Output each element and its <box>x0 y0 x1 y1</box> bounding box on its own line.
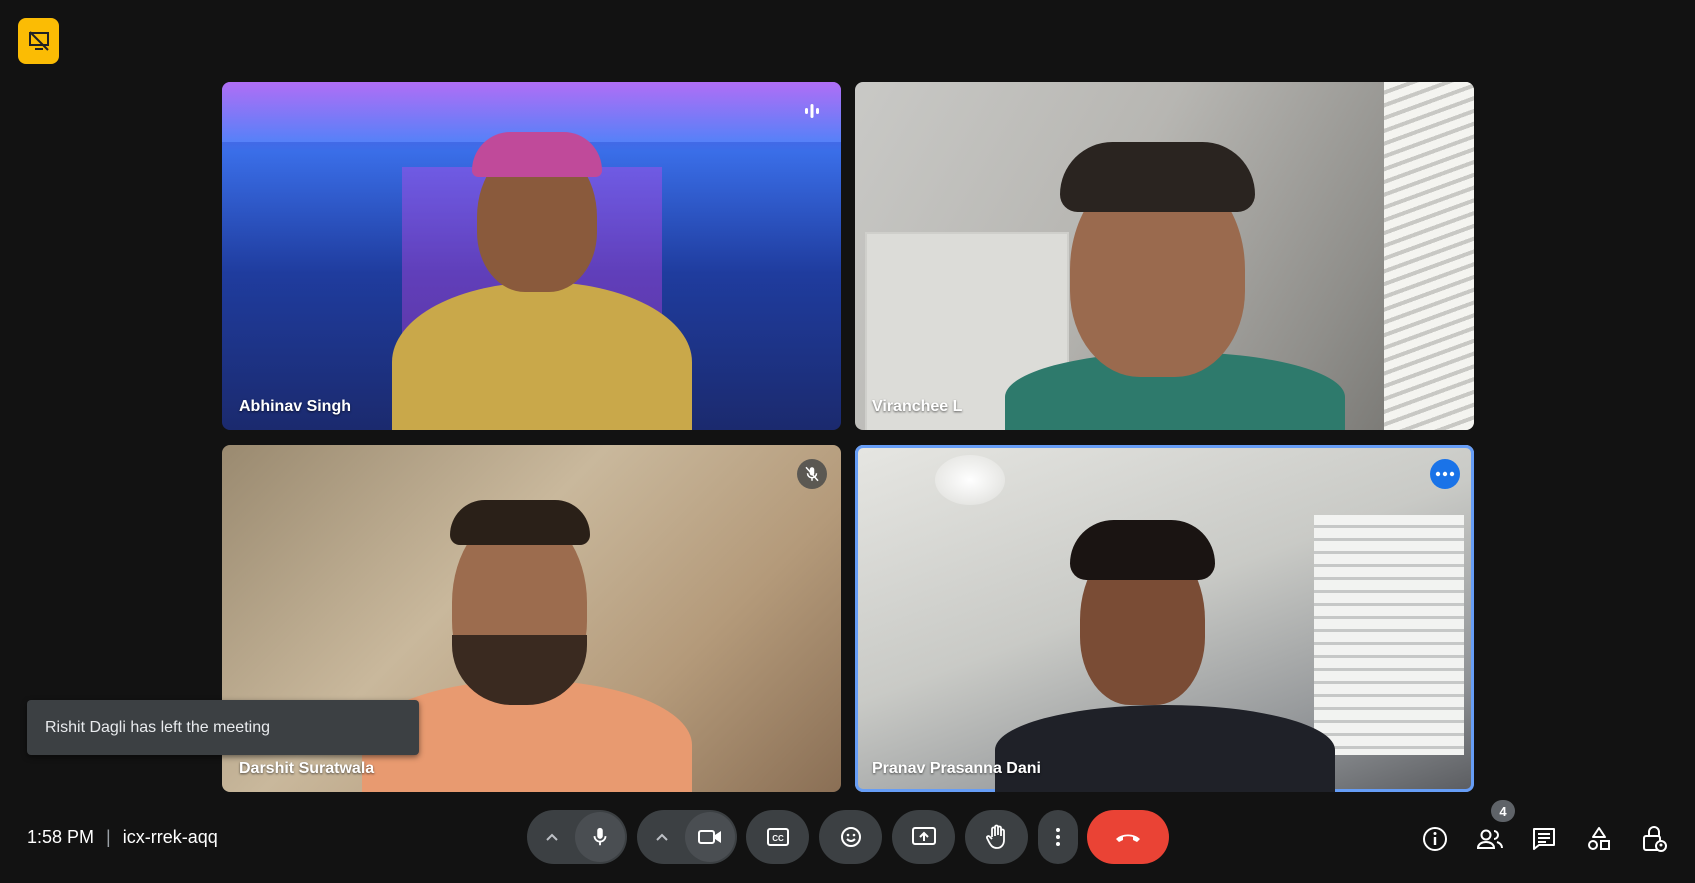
ceiling-light <box>935 455 1005 505</box>
meeting-info: 1:58 PM | icx-rrek-aqq <box>27 825 218 849</box>
window-blinds <box>1384 82 1474 430</box>
audio-indicator <box>797 96 827 126</box>
people-icon <box>1476 829 1503 849</box>
meeting-code: icx-rrek-aqq <box>122 826 218 847</box>
captions-button[interactable]: CC <box>746 810 809 864</box>
participant-name: Abhinav Singh <box>239 398 351 415</box>
person-hair <box>1070 520 1215 580</box>
end-call-icon <box>1116 834 1140 842</box>
window-blinds <box>1314 515 1464 755</box>
participant-name: Darshit Suratwala <box>239 760 375 777</box>
video-options-button[interactable] <box>637 810 687 864</box>
audio-level-icon <box>805 104 819 118</box>
presentation-off-badge[interactable] <box>18 18 59 64</box>
raise-hand-icon <box>985 824 1005 849</box>
person-hair <box>1060 142 1255 212</box>
camera-button[interactable] <box>685 812 735 862</box>
mic-button[interactable] <box>575 812 625 862</box>
more-vert-icon <box>1056 828 1060 846</box>
chat-icon <box>1533 828 1555 850</box>
svg-text:CC: CC <box>772 834 784 843</box>
participant-tile-4[interactable]: Pranav Prasanna Dani <box>855 445 1474 792</box>
audio-options-button[interactable] <box>527 810 577 864</box>
person-hair <box>450 500 590 545</box>
participant-name: Pranav Prasanna Dani <box>872 760 1041 777</box>
meeting-details-button[interactable] <box>1419 823 1451 855</box>
participant-tile-2[interactable]: Viranchee L <box>855 82 1474 430</box>
toast-message: Rishit Dagli has left the meeting <box>45 718 270 736</box>
raise-hand-button[interactable] <box>965 810 1028 864</box>
meeting-time: 1:58 PM <box>27 826 95 847</box>
participant-tile-1[interactable]: Abhinav Singh <box>222 82 841 430</box>
meeting-separator: | <box>106 826 111 847</box>
notification-toast: Rishit Dagli has left the meeting <box>27 700 419 755</box>
reactions-button[interactable] <box>819 810 882 864</box>
chevron-up-icon <box>546 833 558 841</box>
captions-icon: CC <box>766 828 789 846</box>
activities-button[interactable] <box>1583 823 1615 855</box>
more-options-icon <box>1435 471 1455 477</box>
emoji-icon <box>840 827 861 847</box>
mic-icon <box>593 827 607 846</box>
chat-button[interactable] <box>1528 823 1560 855</box>
present-icon <box>911 827 936 845</box>
host-controls-button[interactable] <box>1638 823 1670 855</box>
more-options-menu-button[interactable] <box>1038 810 1078 864</box>
host-controls-icon <box>1643 826 1667 852</box>
present-button[interactable] <box>892 810 955 864</box>
activities-icon <box>1588 827 1610 850</box>
chevron-up-icon <box>656 833 668 841</box>
presentation-off-icon <box>28 31 49 51</box>
info-icon <box>1423 827 1447 851</box>
camera-icon <box>698 830 721 844</box>
camera-control-group <box>637 810 737 864</box>
person-shirt <box>392 282 692 430</box>
mic-control-group <box>527 810 627 864</box>
mic-off-icon <box>805 466 819 482</box>
participant-name: Viranchee L <box>872 398 963 415</box>
more-options-button[interactable] <box>1430 459 1460 489</box>
muted-indicator <box>797 459 827 489</box>
end-call-button[interactable] <box>1087 810 1169 864</box>
participant-count-badge: 4 <box>1491 800 1515 822</box>
person-cap <box>472 132 602 177</box>
person-shirt <box>995 705 1335 792</box>
people-button[interactable] <box>1474 823 1506 855</box>
